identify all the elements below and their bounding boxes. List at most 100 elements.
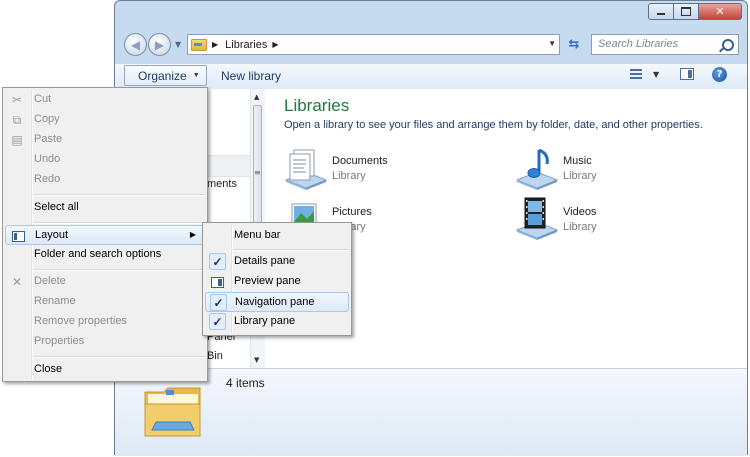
chevron-right-icon[interactable]: ▶ [212, 40, 218, 49]
submenu-arrow-icon: ▶ [189, 230, 196, 239]
menu-item-properties[interactable]: Properties [5, 332, 205, 352]
address-history-dropdown[interactable]: ▼ [548, 39, 556, 48]
page-title: Libraries [284, 96, 350, 115]
libraries-folder-icon [191, 38, 207, 51]
submenu-item-details-pane[interactable]: ✓ Details pane [205, 252, 349, 272]
menu-separator [33, 222, 205, 224]
menu-label-remove-properties: Remove properties [34, 315, 127, 327]
copy-icon: ⧉ [12, 112, 22, 127]
menu-label-undo: Undo [34, 153, 61, 165]
chevron-right-icon[interactable]: ▶ [272, 40, 278, 49]
search-placeholder: Search Libraries [598, 38, 679, 50]
help-icon[interactable]: ? [712, 67, 727, 82]
refresh-button[interactable]: ⇆ [563, 35, 585, 54]
nav-item-recycle-bin[interactable]: Bin [207, 350, 223, 362]
menu-item-remove-properties[interactable]: Remove properties [5, 312, 205, 332]
organize-menu: ✂ Cut ⧉ Copy ▤ Paste Undo Redo Select al… [2, 87, 208, 382]
menu-item-layout[interactable]: Layout ▶ [5, 225, 205, 245]
view-options-dropdown[interactable]: ▼ [653, 70, 659, 79]
address-bar[interactable]: ▶ Libraries ▶ ▼ [187, 34, 560, 55]
details-pane [115, 368, 747, 456]
nav-selected-row[interactable] [208, 155, 250, 177]
library-type-documents: Library [332, 170, 366, 182]
menu-item-cut[interactable]: ✂ Cut [5, 90, 205, 110]
search-icon[interactable] [722, 39, 734, 51]
library-name-documents[interactable]: Documents [332, 155, 388, 167]
new-library-button[interactable]: New library [221, 69, 281, 83]
close-icon: ✕ [715, 5, 725, 18]
library-name-pictures[interactable]: Pictures [332, 206, 372, 218]
submenu-item-library-pane[interactable]: ✓ Library pane [205, 312, 349, 332]
submenu-item-navigation-pane[interactable]: ✓ Navigation pane [205, 292, 349, 312]
menu-label-delete: Delete [34, 275, 66, 287]
caption-buttons: ✕ [648, 3, 742, 22]
maximize-button[interactable] [674, 3, 699, 20]
menu-item-delete[interactable]: ✕ Delete [5, 272, 205, 292]
menu-separator [33, 356, 205, 358]
menu-item-select-all[interactable]: Select all [5, 198, 205, 218]
refresh-icon: ⇆ [568, 37, 580, 52]
menu-label-redo: Redo [34, 173, 61, 185]
submenu-label-details-pane: Details pane [234, 255, 296, 267]
recent-pages-dropdown[interactable]: ▼ [175, 40, 181, 49]
menu-label-folder-search-options: Folder and search options [34, 248, 162, 260]
breadcrumb-libraries[interactable]: Libraries [225, 39, 267, 51]
library-type-videos: Library [563, 221, 597, 233]
documents-library-icon[interactable] [284, 146, 328, 190]
menu-item-paste[interactable]: ▤ Paste [5, 130, 205, 150]
forward-arrow-icon: ▶ [154, 37, 165, 52]
change-view-icon[interactable] [630, 69, 642, 80]
search-input[interactable]: Search Libraries [591, 34, 739, 55]
menu-label-copy: Copy [34, 113, 60, 125]
menu-label-select-all: Select all [34, 201, 79, 213]
submenu-item-menu-bar[interactable]: Menu bar [205, 226, 349, 246]
close-window-button[interactable]: ✕ [699, 3, 742, 20]
menu-label-paste: Paste [34, 133, 63, 145]
scroll-up-icon[interactable]: ▲ [254, 93, 259, 101]
organize-label: Organize [138, 68, 187, 83]
menu-separator [33, 194, 205, 196]
libraries-folder-icon [144, 387, 201, 437]
layout-submenu: Menu bar ✓ Details pane Preview pane ✓ N… [202, 222, 352, 336]
checkmark-icon: ✓ [209, 313, 226, 330]
menu-separator [233, 249, 349, 251]
menu-label-layout: Layout [35, 229, 69, 241]
videos-library-icon[interactable] [515, 196, 559, 240]
submenu-label-navigation-pane: Navigation pane [235, 296, 315, 308]
submenu-label-menu-bar: Menu bar [234, 229, 281, 241]
checkmark-icon: ✓ [209, 253, 226, 270]
checkmark-icon: ✓ [210, 294, 227, 311]
music-library-icon[interactable] [515, 146, 559, 190]
menu-label-properties: Properties [34, 335, 85, 347]
back-arrow-icon: ◀ [130, 37, 141, 52]
scissors-icon: ✂ [11, 93, 23, 107]
menu-separator [33, 269, 205, 271]
preview-pane-icon[interactable] [680, 68, 694, 80]
library-name-music[interactable]: Music [563, 155, 592, 167]
organize-button[interactable]: Organize ▼ [124, 65, 207, 86]
menu-item-copy[interactable]: ⧉ Copy [5, 110, 205, 130]
forward-button[interactable]: ▶ [148, 33, 171, 56]
scroll-down-icon[interactable]: ▼ [254, 356, 259, 364]
menu-item-undo[interactable]: Undo [5, 150, 205, 170]
library-type-music: Library [563, 170, 597, 182]
minimize-button[interactable] [648, 3, 674, 20]
menu-item-rename[interactable]: Rename [5, 292, 205, 312]
submenu-label-preview-pane: Preview pane [234, 275, 301, 287]
nav-item-documents[interactable]: ments [207, 178, 237, 190]
chevron-down-icon: ▼ [192, 72, 200, 79]
maximize-icon [681, 7, 691, 16]
menu-item-close[interactable]: Close [5, 360, 205, 380]
menu-item-redo[interactable]: Redo [5, 170, 205, 190]
item-count: 4 items [226, 376, 265, 390]
preview-pane-icon [209, 274, 225, 290]
submenu-item-preview-pane[interactable]: Preview pane [205, 272, 349, 292]
back-button[interactable]: ◀ [124, 33, 147, 56]
library-name-videos[interactable]: Videos [563, 206, 596, 218]
layout-icon [10, 228, 26, 244]
menu-item-folder-search-options[interactable]: Folder and search options [5, 245, 205, 265]
menu-label-cut: Cut [34, 93, 52, 105]
delete-icon: ✕ [11, 275, 23, 289]
paste-icon: ▤ [11, 133, 23, 147]
menu-label-rename: Rename [34, 295, 76, 307]
